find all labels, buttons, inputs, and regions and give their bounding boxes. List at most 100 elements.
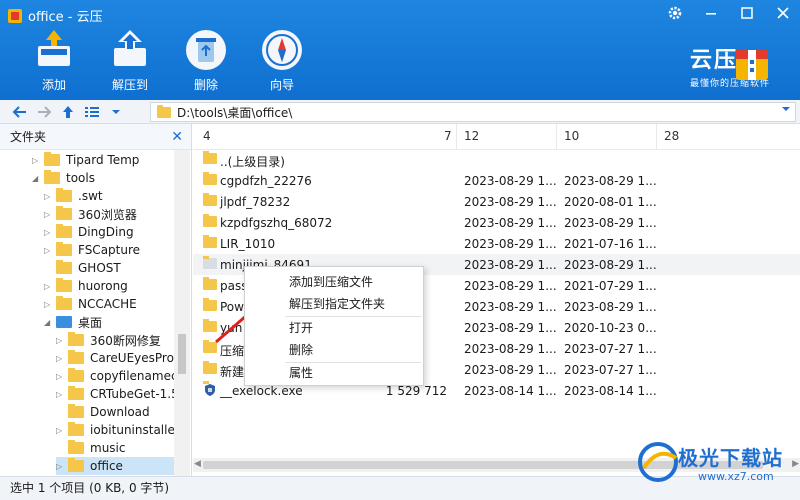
collapse-arrow-icon[interactable]: ◢: [44, 318, 56, 327]
window-title-bar: office - 云压: [8, 6, 103, 25]
minimize-button[interactable]: [702, 4, 720, 22]
exe-file-icon: [203, 381, 217, 397]
expand-arrow-icon[interactable]: ▷: [44, 228, 56, 237]
window-title: office - 云压: [28, 10, 103, 25]
column-header[interactable]: 7: [444, 129, 452, 143]
folder-icon: [203, 193, 217, 206]
expand-arrow-icon[interactable]: ▷: [56, 390, 68, 399]
expand-arrow-icon[interactable]: ▷: [56, 372, 68, 381]
brand-logo-icon: [732, 44, 772, 82]
extract-icon: [108, 28, 152, 72]
back-arrow-icon[interactable]: [8, 101, 32, 123]
column-header[interactable]: 28: [664, 129, 679, 143]
view-dropdown-chevron-icon[interactable]: [104, 101, 128, 123]
folder-icon: [68, 386, 84, 400]
list-item[interactable]: jlpdf_78232 2023-08-29 1... 2020-08-01 1..…: [193, 191, 800, 212]
watermark: 极光下载站 www.xz7.com: [634, 438, 794, 494]
view-list-icon[interactable]: [80, 101, 104, 123]
expand-arrow-icon[interactable]: ▷: [32, 156, 44, 165]
tree-item[interactable]: GHOST: [44, 259, 121, 277]
delete-label: 删除: [193, 78, 218, 92]
tree-item[interactable]: Download: [56, 403, 150, 421]
list-item[interactable]: kzpdfgszhq_68072 2023-08-29 1... 2023-08-2…: [193, 212, 800, 233]
scroll-left-arrow-icon[interactable]: ◀: [194, 459, 201, 469]
folder-icon: [56, 260, 72, 274]
list-item[interactable]: ..(上级目录): [193, 149, 800, 170]
folder-icon: [68, 368, 84, 382]
maximize-button[interactable]: [738, 4, 756, 22]
folder-icon: [56, 278, 72, 292]
menu-item-properties[interactable]: 属性: [245, 362, 423, 384]
tree-item[interactable]: ▷ CareUEyesPro: [56, 349, 174, 367]
menu-item-delete[interactable]: 删除: [245, 339, 423, 361]
collapse-arrow-icon[interactable]: ◢: [32, 174, 44, 183]
tree-item-selected[interactable]: ▷ office: [56, 457, 174, 475]
folder-icon: [203, 256, 217, 269]
extract-to-button[interactable]: 解压到: [102, 28, 158, 93]
tree-item[interactable]: ▷ 360浏览器: [44, 205, 137, 223]
recycle-bin-icon: [184, 28, 228, 72]
menu-item-extract-to-folder[interactable]: 解压到指定文件夹: [245, 293, 423, 315]
folder-icon: [44, 170, 60, 184]
folder-icon: [68, 332, 84, 346]
expand-arrow-icon[interactable]: ▷: [44, 282, 56, 291]
tree-item[interactable]: ▷ copyfilenamecr: [56, 367, 183, 385]
menu-item-add-to-archive[interactable]: 添加到压缩文件: [245, 271, 423, 293]
menu-item-open[interactable]: 打开: [245, 317, 423, 339]
context-menu: 添加到压缩文件 解压到指定文件夹 打开 删除 属性: [244, 266, 424, 386]
tree-item[interactable]: ▷ 360断网修复: [56, 331, 161, 349]
folder-icon: [68, 422, 84, 436]
tree-item[interactable]: ▷ CRTubeGet-1.5: [56, 385, 179, 403]
address-dropdown-icon[interactable]: [781, 105, 791, 116]
watermark-text: 极光下载站: [678, 446, 783, 470]
window-controls: [666, 4, 792, 22]
wizard-button[interactable]: 向导: [254, 28, 310, 93]
delete-button[interactable]: 删除: [178, 28, 234, 93]
folder-icon: [203, 172, 217, 185]
tree-item[interactable]: ▷ NCCACHE: [44, 295, 137, 313]
expand-arrow-icon[interactable]: ▷: [56, 354, 68, 363]
tree-item[interactable]: ◢ 桌面: [44, 313, 102, 331]
folder-icon: [203, 151, 217, 164]
tree-scrollbar[interactable]: [174, 150, 190, 476]
watermark-url: www.xz7.com: [698, 470, 774, 483]
tree-item[interactable]: ▷ FSCapture: [44, 241, 140, 259]
address-field[interactable]: D:\tools\桌面\office\: [150, 102, 796, 122]
folder-tree-panel: 文件夹 ✕ ▷ Tipard Temp ◢ tools ▷ .swt ▷ 360浏览器 …: [0, 124, 192, 476]
close-panel-icon[interactable]: ✕: [171, 124, 183, 150]
app-icon: [8, 8, 22, 23]
tree-scrollbar-thumb[interactable]: [178, 334, 186, 374]
watermark-logo-icon: [636, 440, 680, 484]
add-button[interactable]: 添加: [26, 28, 82, 93]
column-header[interactable]: 12: [464, 129, 479, 143]
settings-gear-icon[interactable]: [666, 4, 684, 22]
tree-item[interactable]: ▷ .swt: [44, 187, 103, 205]
expand-arrow-icon[interactable]: ▷: [56, 462, 68, 471]
add-archive-icon: [32, 28, 76, 72]
up-folder-icon[interactable]: [56, 101, 80, 123]
tree-item[interactable]: ▷ Tipard Temp: [32, 151, 139, 169]
add-label: 添加: [41, 78, 66, 92]
expand-arrow-icon[interactable]: ▷: [44, 300, 56, 309]
forward-arrow-icon[interactable]: [32, 101, 56, 123]
wizard-label: 向导: [269, 78, 294, 92]
expand-arrow-icon[interactable]: ▷: [44, 246, 56, 255]
address-path: D:\tools\桌面\office\: [177, 105, 293, 120]
expand-arrow-icon[interactable]: ▷: [44, 210, 56, 219]
expand-arrow-icon[interactable]: ▷: [56, 336, 68, 345]
list-item[interactable]: LIR_1010 2023-08-29 1... 2021-07-16 1...: [193, 233, 800, 254]
desktop-icon: [56, 316, 72, 328]
close-button[interactable]: [774, 4, 792, 22]
tree-item[interactable]: ▷ iobituninstaller: [56, 421, 180, 439]
column-header[interactable]: 4: [203, 129, 211, 143]
list-item[interactable]: cgpdfzh_22276 2023-08-29 1... 2023-08-29 1…: [193, 170, 800, 191]
column-header[interactable]: 10: [564, 129, 579, 143]
folder-icon: [68, 458, 84, 472]
tree-item[interactable]: ▷ DingDing: [44, 223, 134, 241]
tree-item[interactable]: music: [56, 439, 125, 457]
tree-item[interactable]: ▷ huorong: [44, 277, 128, 295]
expand-arrow-icon[interactable]: ▷: [44, 192, 56, 201]
expand-arrow-icon[interactable]: ▷: [56, 426, 68, 435]
tree-item[interactable]: ◢ tools: [32, 169, 95, 187]
extract-to-label: 解压到: [111, 78, 148, 92]
